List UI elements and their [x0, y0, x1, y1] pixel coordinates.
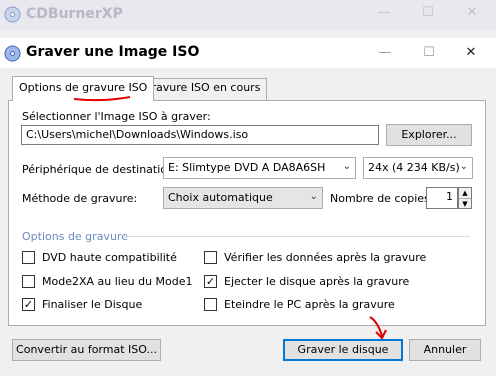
- red-arrow-annotation: [369, 316, 387, 340]
- checkmark-icon: ✓: [23, 298, 34, 311]
- method-label: Méthode de gravure:: [22, 192, 138, 205]
- checkmark-icon: ✓: [205, 275, 216, 288]
- destination-label: Périphérique de destination:: [22, 163, 178, 176]
- chevron-down-icon: ⌄: [342, 161, 351, 172]
- copies-label: Nombre de copies:: [330, 192, 434, 205]
- cdburner-app-icon: [4, 6, 21, 23]
- close-icon[interactable]: ✕: [464, 5, 480, 21]
- checkbox-shutdown[interactable]: [204, 298, 217, 311]
- option-label: Mode2XA au lieu du Mode1: [42, 275, 193, 288]
- iso-select-label: Sélectionner l'Image ISO à graver:: [22, 110, 211, 123]
- copies-input[interactable]: 1: [426, 187, 458, 209]
- browse-button[interactable]: Explorer...: [386, 124, 472, 146]
- cdburner-dialog-icon: [4, 45, 21, 62]
- option-label: DVD haute compatibilité: [42, 251, 177, 264]
- checkbox-verify[interactable]: [204, 251, 217, 264]
- tab-burn-options-label: Options de gravure ISO: [19, 81, 148, 94]
- tab-burn-in-progress-label: Gravure ISO en cours: [143, 81, 261, 94]
- checkbox-mode2xa[interactable]: [22, 275, 35, 288]
- destination-value: E: Slimtype DVD A DA8A6SH: [168, 161, 326, 174]
- copies-spinner[interactable]: ▲ ▼: [458, 187, 472, 209]
- dialog-title: Graver une Image ISO: [26, 44, 200, 60]
- minimize-icon[interactable]: —: [376, 5, 392, 21]
- convert-to-iso-button[interactable]: Convertir au format ISO...: [12, 339, 161, 361]
- option-label: Eteindre le PC après la gravure: [224, 298, 395, 311]
- destination-dropdown[interactable]: E: Slimtype DVD A DA8A6SH ⌄: [163, 157, 356, 179]
- speed-dropdown[interactable]: 24x (4 234 KB/s) ⌄: [363, 157, 473, 179]
- checkbox-eject[interactable]: ✓: [204, 275, 217, 288]
- chevron-down-icon: ⌄: [309, 191, 318, 202]
- spin-up-icon[interactable]: ▲: [459, 188, 471, 199]
- red-underline-annotation: [73, 96, 131, 102]
- options-group-label: Options de gravure: [22, 230, 128, 243]
- iso-path-field[interactable]: C:\Users\michel\Downloads\Windows.iso: [21, 125, 379, 145]
- option-label: Finaliser le Disque: [42, 298, 143, 311]
- checkbox-finalize[interactable]: ✓: [22, 298, 35, 311]
- method-value: Choix automatique: [168, 191, 273, 204]
- option-label: Ejecter le disque après la gravure: [224, 275, 410, 288]
- speed-value: 24x (4 234 KB/s): [368, 161, 460, 174]
- checkbox-dvd-compat[interactable]: [22, 251, 35, 264]
- option-label: Vérifier les données après la gravure: [224, 251, 427, 264]
- maximize-icon[interactable]: ☐: [420, 5, 436, 21]
- dialog-close-icon[interactable]: ✕: [462, 44, 480, 62]
- cancel-button[interactable]: Annuler: [409, 339, 481, 361]
- burn-disc-button[interactable]: Graver le disque: [283, 339, 403, 361]
- method-dropdown[interactable]: Choix automatique ⌄: [163, 187, 323, 209]
- main-window-title: CDBurnerXP: [26, 6, 123, 22]
- dialog-maximize-icon[interactable]: ☐: [420, 44, 438, 62]
- spin-down-icon[interactable]: ▼: [459, 199, 471, 209]
- dialog-minimize-icon[interactable]: —: [376, 44, 394, 62]
- tab-burn-in-progress[interactable]: Gravure ISO en cours: [136, 78, 268, 100]
- group-divider: [123, 236, 470, 237]
- chevron-down-icon: ⌄: [459, 161, 468, 172]
